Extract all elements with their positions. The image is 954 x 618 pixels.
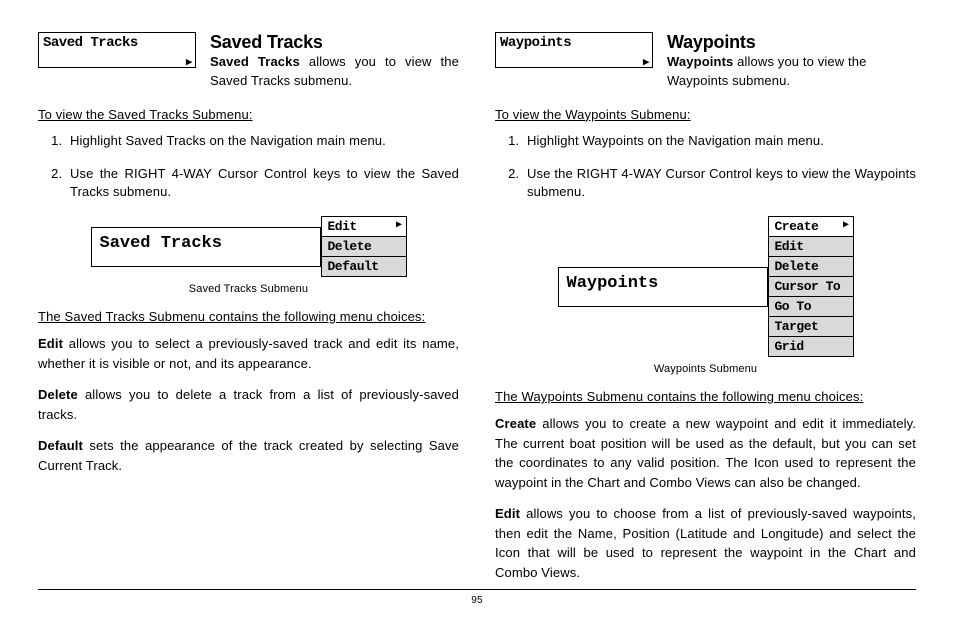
saved-tracks-device-box: Saved Tracks ▶ (38, 32, 196, 68)
edit-bold: Edit (495, 506, 520, 521)
saved-tracks-caption: Saved Tracks Submenu (189, 283, 308, 295)
devbox-label: Saved Tracks (43, 35, 138, 51)
waypoints-submenu-figure: Waypoints Create ▶ Edit Delete Cursor To… (558, 216, 854, 357)
waypoints-heading: Waypoints (667, 32, 916, 53)
delete-desc: Delete allows you to delete a track from… (38, 385, 459, 424)
intro-bold: Waypoints (667, 54, 733, 69)
saved-tracks-heading: Saved Tracks (210, 32, 459, 53)
default-bold: Default (38, 438, 83, 453)
edit-rest: allows you to choose from a list of prev… (495, 506, 916, 580)
page-number: 95 (0, 595, 954, 606)
waypoints-intro: Waypoints allows you to view the Waypoin… (667, 53, 916, 91)
step-1: Highlight Saved Tracks on the Navigation… (66, 132, 459, 151)
delete-bold: Delete (38, 387, 78, 402)
menu-delete: Delete (321, 236, 407, 256)
intro-bold: Saved Tracks (210, 54, 300, 69)
right-arrow-icon: ▶ (843, 219, 849, 231)
saved-tracks-menu: Edit ▶ Delete Default (321, 216, 407, 277)
step-2: Use the RIGHT 4-WAY Cursor Control keys … (523, 165, 916, 203)
right-arrow-icon: ▶ (396, 219, 402, 231)
menu-edit: Edit ▶ (321, 216, 407, 236)
devbox-label: Waypoints (500, 35, 571, 51)
waypoints-steps: Highlight Waypoints on the Navigation ma… (495, 132, 916, 203)
step-1: Highlight Waypoints on the Navigation ma… (523, 132, 916, 151)
menu-default: Default (321, 256, 407, 277)
saved-tracks-intro: Saved Tracks allows you to view the Save… (210, 53, 459, 91)
default-desc: Default sets the appearance of the track… (38, 436, 459, 475)
waypoints-caption: Waypoints Submenu (654, 363, 757, 375)
menu-create: Create ▶ (768, 216, 854, 236)
saved-tracks-choices-head: The Saved Tracks Submenu contains the fo… (38, 309, 459, 324)
footer-rule (38, 589, 916, 590)
menu-cursor-to: Cursor To (768, 276, 854, 296)
menu-delete: Delete (768, 256, 854, 276)
right-arrow-icon: ▶ (186, 55, 192, 69)
saved-tracks-submenu-figure: Saved Tracks Edit ▶ Delete Default (91, 216, 407, 277)
edit-desc: Edit allows you to select a previously-s… (38, 334, 459, 373)
waypoints-big-box: Waypoints (558, 267, 768, 307)
menu-create-label: Create (775, 219, 819, 234)
fig-label: Saved Tracks (100, 234, 222, 253)
left-column: Saved Tracks ▶ Saved Tracks Saved Tracks… (38, 32, 459, 594)
edit-bold: Edit (38, 336, 63, 351)
waypoints-choices-head: The Waypoints Submenu contains the follo… (495, 389, 916, 404)
view-waypoints-subhead: To view the Waypoints Submenu: (495, 107, 916, 122)
right-column: Waypoints ▶ Waypoints Waypoints allows y… (495, 32, 916, 594)
edit-rest: allows you to select a previously-saved … (38, 336, 459, 371)
menu-edit-label: Edit (328, 219, 357, 234)
step-2: Use the RIGHT 4-WAY Cursor Control keys … (66, 165, 459, 203)
menu-edit: Edit (768, 236, 854, 256)
right-arrow-icon: ▶ (643, 55, 649, 69)
edit-desc: Edit allows you to choose from a list of… (495, 504, 916, 582)
create-desc: Create allows you to create a new waypoi… (495, 414, 916, 492)
create-rest: allows you to create a new waypoint and … (495, 416, 916, 490)
saved-tracks-steps: Highlight Saved Tracks on the Navigation… (38, 132, 459, 203)
waypoints-device-box: Waypoints ▶ (495, 32, 653, 68)
saved-tracks-big-box: Saved Tracks (91, 227, 321, 267)
default-rest: sets the appearance of the track created… (38, 438, 459, 473)
menu-go-to: Go To (768, 296, 854, 316)
create-bold: Create (495, 416, 536, 431)
waypoints-menu: Create ▶ Edit Delete Cursor To Go To Tar… (768, 216, 854, 357)
menu-target: Target (768, 316, 854, 336)
menu-grid: Grid (768, 336, 854, 357)
delete-rest: allows you to delete a track from a list… (38, 387, 459, 422)
view-saved-tracks-subhead: To view the Saved Tracks Submenu: (38, 107, 459, 122)
fig-label: Waypoints (567, 274, 659, 293)
